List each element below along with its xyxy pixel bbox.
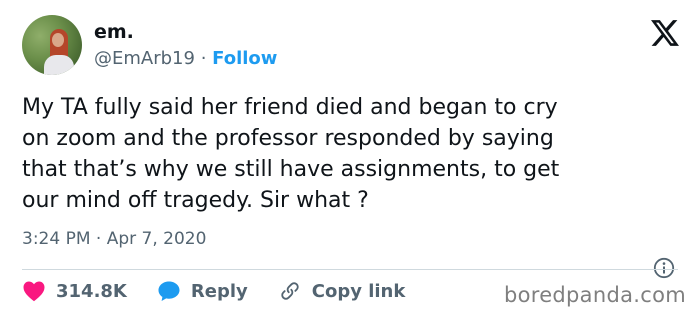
like-count: 314.8K [56,280,127,302]
tweet-text-line: on zoom and the professor responded by s… [22,126,554,151]
author-handle[interactable]: @EmArb19 [94,48,195,69]
action-bar: 314.8K Reply Copy link [22,278,435,304]
divider [22,269,678,270]
reply-button[interactable]: Reply [157,280,248,302]
tweet-timestamp[interactable]: 3:24 PM · Apr 7, 2020 [22,228,206,250]
heart-icon [23,281,45,302]
like-button[interactable]: 314.8K [22,280,127,302]
watermark: boredpanda.com [503,283,686,307]
avatar-face [52,33,64,47]
follow-button[interactable]: Follow [212,48,277,69]
avatar-shirt [44,55,74,75]
author-name[interactable]: em. [94,20,134,44]
copy-link-label: Copy link [311,280,406,302]
link-icon [281,282,299,300]
tweet-card: em. @EmArb19 · Follow My TA fully said h… [0,0,700,318]
tweet-text-line: our mind off tragedy. Sir what ? [22,188,369,213]
tweet-text-line: My TA fully said her friend died and beg… [22,95,558,120]
info-icon[interactable] [653,257,675,279]
tweet-text-line: that that’s why we still have assignment… [22,157,560,182]
author-handle-row: @EmArb19 · Follow [94,47,277,71]
copy-link-button[interactable]: Copy link [278,280,406,302]
speech-bubble-icon [158,281,180,301]
tweet-text: My TA fully said her friend died and beg… [22,92,672,216]
handle-separator: · [200,48,207,69]
reply-label: Reply [190,280,248,302]
x-logo-icon[interactable] [651,20,679,46]
avatar[interactable] [22,15,82,75]
